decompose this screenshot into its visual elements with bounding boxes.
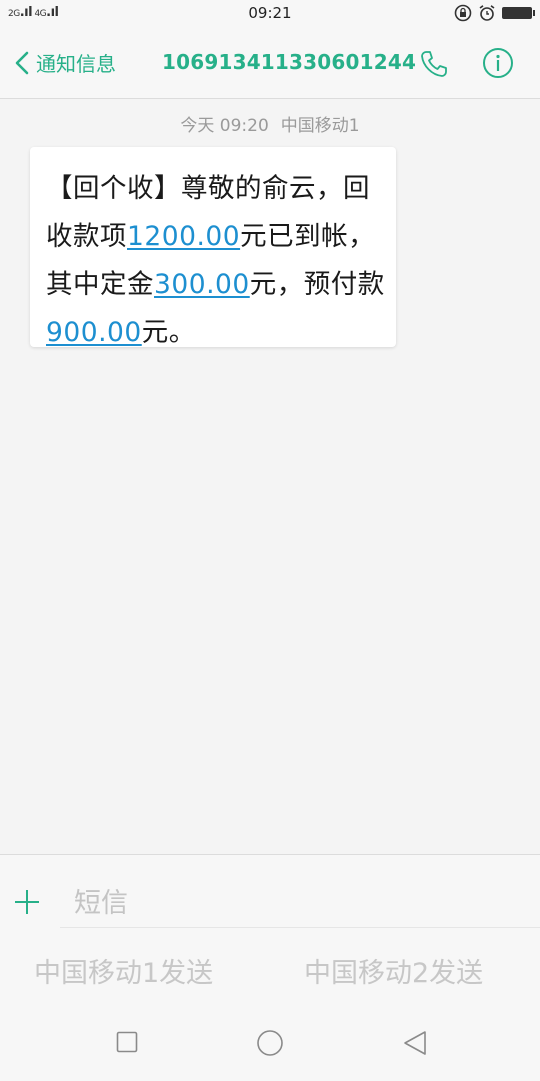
plus-icon [15,890,39,914]
amount-link-prepay[interactable]: 900.00 [46,317,142,348]
navigation-bar [0,1015,540,1081]
message-bubble[interactable]: 【回个收】尊敬的俞云，回收款项1200.00元已到帐，其中定金300.00元，预… [30,147,396,348]
sms-input[interactable] [60,879,540,928]
sender-number: 106913411330601244 [162,50,417,74]
triangle-back-icon [404,1031,426,1055]
message-time: 今天 09:20 [180,116,269,136]
battery-icon [502,7,535,19]
message-timestamp: 今天 09:20 中国移动1 [0,111,540,136]
info-icon [483,48,513,78]
lock-rotation-icon [454,4,472,22]
message-thread[interactable]: 今天 09:20 中国移动1 【回个收】尊敬的俞云，回收款项1200.00元已到帐… [0,99,540,854]
composer: 中国移动1发送 中国移动2发送 [0,854,540,1081]
status-bar: 2G.ıl 4G.ıl 09:21 [0,0,540,28]
send-sim2-button[interactable]: 中国移动2发送 [304,951,483,990]
amount-link-total[interactable]: 1200.00 [127,221,240,252]
add-attachment-button[interactable] [12,887,42,921]
square-icon [116,1031,138,1053]
info-button[interactable] [482,47,514,83]
message-text-part: 元，预付款 [249,269,385,300]
circle-icon [257,1030,283,1056]
send-sim1-button[interactable]: 中国移动1发送 [34,951,213,990]
back-nav-button[interactable] [402,1030,428,1060]
message-text-part: 元。 [141,317,196,348]
amount-link-deposit[interactable]: 300.00 [154,269,250,300]
back-label: 通知信息 [36,52,116,76]
phone-icon [421,51,447,77]
status-icons [454,4,535,22]
message-text: 【回个收】尊敬的俞云，回收款项1200.00元已到帐，其中定金300.00元，预… [46,165,386,357]
conversation-header: 通知信息 106913411330601244 [0,28,540,99]
message-carrier: 中国移动1 [280,116,360,136]
call-button[interactable] [418,48,450,84]
recents-button[interactable] [116,1031,138,1057]
back-button[interactable]: 通知信息 [14,48,116,77]
chevron-left-icon [15,51,29,74]
alarm-icon [479,5,495,21]
home-button[interactable] [256,1029,284,1061]
